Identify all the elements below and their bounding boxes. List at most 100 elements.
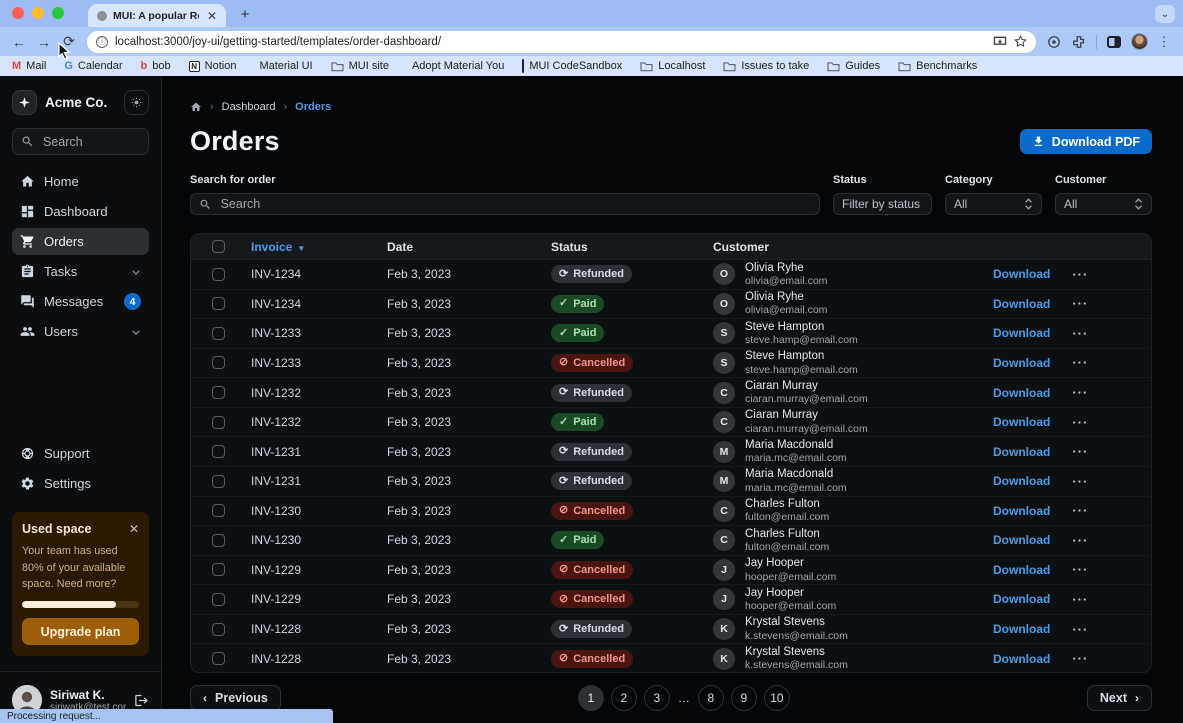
upgrade-plan-button[interactable]: Upgrade plan <box>22 618 139 645</box>
bookmark-notion[interactable]: NNotion <box>189 60 237 72</box>
more-actions-button[interactable]: ··· <box>1072 355 1088 370</box>
order-search-input[interactable] <box>190 193 820 215</box>
row-checkbox[interactable] <box>212 268 225 281</box>
download-link[interactable]: Download <box>993 652 1050 666</box>
more-actions-button[interactable]: ··· <box>1072 415 1088 430</box>
sidebar-item-home[interactable]: Home <box>12 168 149 195</box>
sidebar-item-support[interactable]: Support <box>12 440 149 467</box>
download-link[interactable]: Download <box>993 504 1050 518</box>
row-checkbox[interactable] <box>212 534 225 547</box>
sidebar-item-orders[interactable]: Orders <box>12 228 149 255</box>
bookmark-mui-site[interactable]: MUI site <box>331 60 389 72</box>
row-checkbox[interactable] <box>212 297 225 310</box>
close-icon[interactable]: ✕ <box>129 522 139 536</box>
page-button-2[interactable]: 2 <box>611 685 637 711</box>
theme-toggle-button[interactable] <box>124 90 149 115</box>
more-actions-button[interactable]: ··· <box>1072 533 1088 548</box>
row-checkbox[interactable] <box>212 593 225 606</box>
url-bar[interactable]: ⓘ localhost:3000/joy-ui/getting-started/… <box>87 31 1036 53</box>
more-actions-button[interactable]: ··· <box>1072 296 1088 311</box>
page-button-10[interactable]: 10 <box>764 685 790 711</box>
bookmark-adopt-material-you[interactable]: Adopt Material You <box>407 60 504 72</box>
bookmark-star-icon[interactable] <box>1014 35 1027 48</box>
category-filter-select[interactable]: All <box>945 193 1042 215</box>
page-button-3[interactable]: 3 <box>644 685 670 711</box>
bookmark-material-ui[interactable]: Material UI <box>254 60 312 72</box>
privacy-badge-icon[interactable] <box>1043 31 1065 53</box>
download-link[interactable]: Download <box>993 267 1050 281</box>
bookmark-benchmarks[interactable]: Benchmarks <box>898 60 977 72</box>
tab-close-icon[interactable]: ✕ <box>205 9 219 23</box>
bookmark-mui-codesandbox[interactable]: MUI CodeSandbox <box>522 60 622 72</box>
row-checkbox[interactable] <box>212 416 225 429</box>
download-link[interactable]: Download <box>993 386 1050 400</box>
download-link[interactable]: Download <box>993 297 1050 311</box>
download-link[interactable]: Download <box>993 533 1050 547</box>
more-actions-button[interactable]: ··· <box>1072 474 1088 489</box>
download-link[interactable]: Download <box>993 356 1050 370</box>
extensions-puzzle-icon[interactable] <box>1068 31 1090 53</box>
bookmark-bob[interactable]: bbob <box>141 60 171 72</box>
logout-icon[interactable] <box>134 693 149 708</box>
more-actions-button[interactable]: ··· <box>1072 562 1088 577</box>
profile-avatar[interactable] <box>1128 31 1150 53</box>
bookmark-guides[interactable]: Guides <box>827 60 880 72</box>
sidebar-search-input[interactable] <box>12 128 149 155</box>
more-actions-button[interactable]: ··· <box>1072 385 1088 400</box>
download-link[interactable]: Download <box>993 445 1050 459</box>
row-checkbox[interactable] <box>212 327 225 340</box>
more-actions-button[interactable]: ··· <box>1072 592 1088 607</box>
download-link[interactable]: Download <box>993 474 1050 488</box>
download-link[interactable]: Download <box>993 622 1050 636</box>
page-button-8[interactable]: 8 <box>698 685 724 711</box>
status-filter-select[interactable]: Filter by status <box>833 193 932 215</box>
download-link[interactable]: Download <box>993 415 1050 429</box>
forward-button[interactable]: → <box>33 31 55 53</box>
window-close-button[interactable] <box>12 7 24 19</box>
breadcrumb-orders[interactable]: Orders <box>295 101 331 113</box>
download-link[interactable]: Download <box>993 563 1050 577</box>
more-actions-button[interactable]: ··· <box>1072 651 1088 666</box>
row-checkbox[interactable] <box>212 563 225 576</box>
row-checkbox[interactable] <box>212 652 225 665</box>
previous-page-button[interactable]: ‹Previous <box>190 685 281 711</box>
row-checkbox[interactable] <box>212 445 225 458</box>
browser-tab[interactable]: MUI: A popular React UI fram ✕ <box>88 4 226 27</box>
more-actions-button[interactable]: ··· <box>1072 326 1088 341</box>
sidebar-item-dashboard[interactable]: Dashboard <box>12 198 149 225</box>
window-zoom-button[interactable] <box>52 7 64 19</box>
sidebar-item-settings[interactable]: Settings <box>12 470 149 497</box>
page-button-9[interactable]: 9 <box>731 685 757 711</box>
browser-menu-icon[interactable]: ⋮ <box>1153 31 1175 53</box>
customer-filter-select[interactable]: All <box>1055 193 1152 215</box>
sidebar-item-messages[interactable]: Messages4 <box>12 288 149 315</box>
row-checkbox[interactable] <box>212 475 225 488</box>
sidebar-item-users[interactable]: Users <box>12 318 149 345</box>
more-actions-button[interactable]: ··· <box>1072 444 1088 459</box>
more-actions-button[interactable]: ··· <box>1072 503 1088 518</box>
row-checkbox[interactable] <box>212 504 225 517</box>
back-button[interactable]: ← <box>8 31 30 53</box>
tab-search-chevron-icon[interactable]: ⌄ <box>1155 5 1175 23</box>
bookmark-calendar[interactable]: GCalendar <box>64 60 122 72</box>
bookmark-localhost[interactable]: Localhost <box>640 60 705 72</box>
bookmark-mail[interactable]: MMail <box>12 60 46 72</box>
column-invoice[interactable]: Invoice▼ <box>251 240 387 254</box>
row-checkbox[interactable] <box>212 386 225 399</box>
breadcrumb-dashboard[interactable]: Dashboard <box>222 101 276 113</box>
page-button-1[interactable]: 1 <box>578 685 604 711</box>
select-all-checkbox[interactable] <box>212 240 225 253</box>
download-link[interactable]: Download <box>993 592 1050 606</box>
row-checkbox[interactable] <box>212 356 225 369</box>
side-panel-icon[interactable] <box>1103 31 1125 53</box>
install-app-icon[interactable] <box>993 36 1007 48</box>
next-page-button[interactable]: Next› <box>1087 685 1152 711</box>
window-minimize-button[interactable] <box>32 7 44 19</box>
download-pdf-button[interactable]: Download PDF <box>1020 129 1152 154</box>
bookmark-issues-to-take[interactable]: Issues to take <box>723 60 809 72</box>
new-tab-button[interactable]: + <box>234 3 256 25</box>
sidebar-item-tasks[interactable]: Tasks <box>12 258 149 285</box>
site-info-icon[interactable]: ⓘ <box>96 36 108 48</box>
more-actions-button[interactable]: ··· <box>1072 622 1088 637</box>
reload-button[interactable]: ⟳ <box>58 31 80 53</box>
